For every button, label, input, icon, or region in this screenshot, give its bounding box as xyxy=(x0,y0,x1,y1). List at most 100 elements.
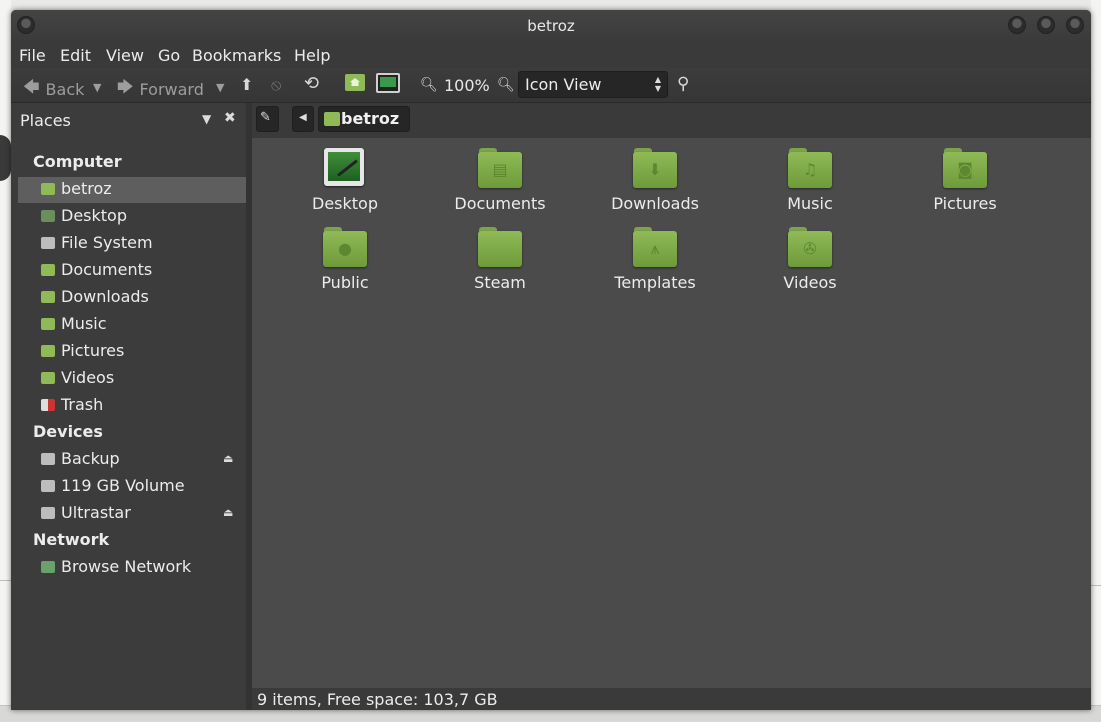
computer-icon[interactable] xyxy=(376,73,400,97)
file-item-label: Steam xyxy=(474,273,526,292)
folder-videos-icon: ✇ xyxy=(788,227,832,267)
sidebar-close-icon[interactable]: ✖ xyxy=(224,110,236,126)
path-segment-label: betroz xyxy=(341,109,400,128)
forward-history-dropdown[interactable]: ▼ xyxy=(216,81,224,94)
back-history-dropdown[interactable]: ▼ xyxy=(93,81,101,94)
folder-icon xyxy=(41,318,55,330)
chevron-left-icon: ◀ xyxy=(299,112,307,123)
sidebar-item-backup[interactable]: Backup ⏏ xyxy=(18,447,246,473)
file-item-music[interactable]: ♫ Music xyxy=(735,148,885,213)
file-icon-view[interactable]: Desktop ▤ Documents ⬇ Downloads ♫ Music ◙ Pictur… xyxy=(252,138,1091,688)
sidebar-section-computer: Computer xyxy=(33,152,122,171)
background-divider xyxy=(0,580,11,581)
sidebar-item-browse-network[interactable]: Browse Network xyxy=(18,555,246,581)
sidebar-item-label: Pictures xyxy=(61,341,125,360)
folder-downloads-icon: ⬇ xyxy=(633,148,677,188)
menu-file[interactable]: File xyxy=(19,46,46,65)
sidebar-item-119-gb-volume[interactable]: 119 GB Volume xyxy=(18,474,246,500)
file-item-desktop[interactable]: Desktop xyxy=(270,148,420,213)
menu-view[interactable]: View xyxy=(106,46,144,65)
folder-templates-icon: ⩚ xyxy=(633,227,677,267)
sidebar-item-music[interactable]: Music xyxy=(18,312,246,338)
view-mode-select[interactable]: Icon View ▲ ▼ xyxy=(518,71,668,98)
back-label: Back xyxy=(45,80,85,99)
drive-icon xyxy=(41,480,55,492)
file-item-steam[interactable]: Steam xyxy=(425,227,575,292)
reload-icon[interactable]: ⟲ xyxy=(304,73,319,94)
folder-icon xyxy=(478,227,522,267)
zoom-in-icon[interactable]: 🔍︎ xyxy=(497,77,515,93)
sidebar-item-trash[interactable]: Trash xyxy=(18,393,246,419)
sidebar-item-betroz[interactable]: betroz xyxy=(18,177,246,203)
sidebar-header: Places ▼ ✖ xyxy=(11,103,246,135)
sidebar-item-label: betroz xyxy=(61,179,112,198)
sidebar-item-label: File System xyxy=(61,233,153,252)
folder-icon xyxy=(41,372,55,384)
sidebar-item-label: Music xyxy=(61,314,107,333)
desktop-icon xyxy=(41,210,55,222)
maximize-button[interactable] xyxy=(1037,16,1055,34)
desktop-icon xyxy=(323,148,367,188)
folder-pictures-icon: ◙ xyxy=(943,148,987,188)
spinner-arrows-icon: ▲ ▼ xyxy=(654,75,661,93)
folder-music-icon: ♫ xyxy=(788,148,832,188)
sidebar-item-videos[interactable]: Videos xyxy=(18,366,246,392)
sidebar-item-label: Desktop xyxy=(61,206,127,225)
file-item-videos[interactable]: ✇ Videos xyxy=(735,227,885,292)
file-item-downloads[interactable]: ⬇ Downloads xyxy=(580,148,730,213)
places-sidebar: Places ▼ ✖ Computer betroz Desktop File Sys… xyxy=(11,103,246,710)
file-item-public[interactable]: ● Public xyxy=(270,227,420,292)
sidebar-item-file-system[interactable]: File System xyxy=(18,231,246,257)
stop-icon[interactable]: ⦸ xyxy=(271,75,281,95)
up-arrow-icon[interactable]: ⬆ xyxy=(240,75,253,94)
file-item-label: Downloads xyxy=(611,194,699,213)
view-mode-value: Icon View xyxy=(525,75,602,94)
file-item-label: Desktop xyxy=(312,194,378,213)
arrow-left-icon: 🡄 xyxy=(23,77,40,96)
window-title: betroz xyxy=(527,17,575,35)
file-item-label: Pictures xyxy=(933,194,997,213)
trash-icon xyxy=(41,399,55,411)
drive-icon xyxy=(41,507,55,519)
sidebar-item-label: Trash xyxy=(61,395,104,414)
path-segment-home[interactable]: betroz xyxy=(318,106,410,132)
folder-icon xyxy=(41,345,55,357)
location-toggle-button[interactable]: ✎ xyxy=(256,106,279,132)
zoom-out-icon[interactable]: 🔍︎ xyxy=(420,77,438,93)
sidebar-title[interactable]: Places xyxy=(20,111,71,130)
path-bar: ✎ ◀ betroz xyxy=(252,103,1091,138)
home-folder-icon xyxy=(41,183,55,195)
menu-help[interactable]: Help xyxy=(294,46,330,65)
minimize-button[interactable] xyxy=(1008,16,1026,34)
file-item-label: Public xyxy=(321,273,369,292)
file-item-documents[interactable]: ▤ Documents xyxy=(425,148,575,213)
sidebar-item-ultrastar[interactable]: Ultrastar ⏏ xyxy=(18,501,246,527)
forward-label: Forward xyxy=(139,80,204,99)
menu-edit[interactable]: Edit xyxy=(60,46,91,65)
sidebar-item-label: Documents xyxy=(61,260,153,279)
file-item-templates[interactable]: ⩚ Templates xyxy=(580,227,730,292)
file-item-pictures[interactable]: ◙ Pictures xyxy=(890,148,1040,213)
sidebar-item-downloads[interactable]: Downloads xyxy=(18,285,246,311)
folder-icon xyxy=(41,291,55,303)
menu-bookmarks[interactable]: Bookmarks xyxy=(192,46,281,65)
sidebar-item-pictures[interactable]: Pictures xyxy=(18,339,246,365)
back-button[interactable]: 🡄 Back xyxy=(23,76,84,103)
home-icon[interactable] xyxy=(345,74,365,95)
title-bar[interactable]: betroz xyxy=(11,10,1091,43)
eject-icon[interactable]: ⏏ xyxy=(223,506,233,519)
path-scroll-left-button[interactable]: ◀ xyxy=(292,106,314,132)
menu-go[interactable]: Go xyxy=(158,46,180,65)
zoom-level[interactable]: 100% xyxy=(444,76,490,95)
sidebar-item-desktop[interactable]: Desktop xyxy=(18,204,246,230)
eject-icon[interactable]: ⏏ xyxy=(223,452,233,465)
sidebar-item-label: Browse Network xyxy=(61,557,192,576)
status-text: 9 items, Free space: 103,7 GB xyxy=(257,690,498,709)
sidebar-item-label: Backup xyxy=(61,449,120,468)
sidebar-dropdown-icon[interactable]: ▼ xyxy=(202,112,211,126)
forward-button[interactable]: 🡆 Forward xyxy=(117,76,204,103)
close-button[interactable] xyxy=(1066,16,1084,34)
sidebar-section-devices: Devices xyxy=(33,422,103,441)
search-icon[interactable]: ⚲ xyxy=(677,74,689,94)
sidebar-item-documents[interactable]: Documents xyxy=(18,258,246,284)
